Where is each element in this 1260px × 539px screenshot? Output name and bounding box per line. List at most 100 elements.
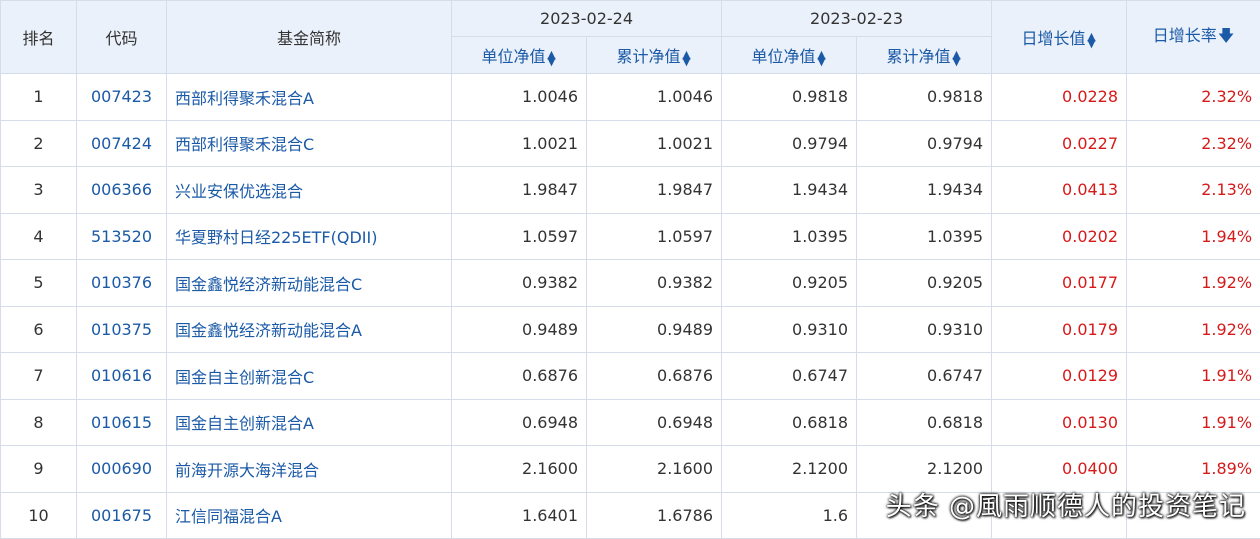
cum-nav-d2-cell: 0.9310 bbox=[857, 306, 992, 353]
daily-change-cell: 0.0177 bbox=[992, 260, 1127, 307]
fund-name-link[interactable]: 前海开源大海洋混合 bbox=[167, 446, 452, 493]
unit-nav-d1-cell: 0.6948 bbox=[452, 399, 587, 446]
fund-name-link[interactable]: 国金自主创新混合A bbox=[167, 399, 452, 446]
unit-nav-d1-cell: 2.1600 bbox=[452, 446, 587, 493]
cum-nav-d1-cell: 0.6876 bbox=[587, 353, 722, 400]
unit-nav-d1-cell: 1.0021 bbox=[452, 120, 587, 167]
sort-daily-change[interactable]: 日增长值▲▼ bbox=[992, 1, 1127, 74]
name-header: 基金简称 bbox=[167, 1, 452, 74]
table-row: 8010615国金自主创新混合A0.69480.69480.68180.6818… bbox=[1, 399, 1260, 446]
rank-cell: 2 bbox=[1, 120, 77, 167]
sort-cum-nav-d2[interactable]: 累计净值▲▼ bbox=[857, 37, 992, 74]
code-header: 代码 bbox=[77, 1, 167, 74]
rank-cell: 4 bbox=[1, 213, 77, 260]
cum-nav-d2-cell: 0.6818 bbox=[857, 399, 992, 446]
daily-change-cell: 0.0129 bbox=[992, 353, 1127, 400]
cum-nav-d2-cell: 0.6747 bbox=[857, 353, 992, 400]
daily-change-cell: 0.0413 bbox=[992, 167, 1127, 214]
sort-daily-rate[interactable]: 日增长率🡇 bbox=[1127, 1, 1260, 74]
daily-change-cell: 0.0228 bbox=[992, 74, 1127, 121]
unit-nav-d1-cell: 0.9489 bbox=[452, 306, 587, 353]
rank-cell: 10 bbox=[1, 492, 77, 539]
unit-nav-d2-cell: 2.1200 bbox=[722, 446, 857, 493]
fund-code-link[interactable]: 006366 bbox=[77, 167, 167, 214]
unit-nav-d2-cell: 0.9310 bbox=[722, 306, 857, 353]
table-row: 4513520华夏野村日经225ETF(QDII)1.05971.05971.0… bbox=[1, 213, 1260, 260]
daily-rate-cell: 2.13% bbox=[1127, 167, 1260, 214]
fund-name-link[interactable]: 西部利得聚禾混合C bbox=[167, 120, 452, 167]
sort-unit-nav-d1[interactable]: 单位净值▲▼ bbox=[452, 37, 587, 74]
cum-nav-label: 累计净值 bbox=[887, 47, 951, 66]
cum-nav-d1-cell: 1.6786 bbox=[587, 492, 722, 539]
daily-rate-cell: 1.91% bbox=[1127, 399, 1260, 446]
sort-updown-icon: ▲▼ bbox=[682, 51, 692, 65]
cum-nav-d2-cell: 1.0395 bbox=[857, 213, 992, 260]
fund-name-link[interactable]: 国金自主创新混合C bbox=[167, 353, 452, 400]
unit-nav-d1-cell: 1.0046 bbox=[452, 74, 587, 121]
watermark: 头条 @風雨顺德人的投资笔记 bbox=[886, 486, 1246, 523]
table-row: 6010375国金鑫悦经济新动能混合A0.94890.94890.93100.9… bbox=[1, 306, 1260, 353]
fund-code-link[interactable]: 010375 bbox=[77, 306, 167, 353]
unit-nav-d2-cell: 0.6818 bbox=[722, 399, 857, 446]
cum-nav-d2-cell: 0.9205 bbox=[857, 260, 992, 307]
unit-nav-d1-cell: 1.9847 bbox=[452, 167, 587, 214]
date1-header: 2023-02-24 bbox=[452, 1, 722, 37]
sort-updown-icon: ▲▼ bbox=[952, 51, 962, 65]
fund-code-link[interactable]: 007423 bbox=[77, 74, 167, 121]
rank-cell: 9 bbox=[1, 446, 77, 493]
table-row: 7010616国金自主创新混合C0.68760.68760.67470.6747… bbox=[1, 353, 1260, 400]
fund-name-link[interactable]: 国金鑫悦经济新动能混合C bbox=[167, 260, 452, 307]
fund-name-link[interactable]: 西部利得聚禾混合A bbox=[167, 74, 452, 121]
cum-nav-label: 累计净值 bbox=[617, 47, 681, 66]
sort-updown-icon: ▲▼ bbox=[1087, 33, 1097, 47]
rank-cell: 1 bbox=[1, 74, 77, 121]
unit-nav-label: 单位净值 bbox=[752, 47, 816, 66]
fund-name-link[interactable]: 华夏野村日经225ETF(QDII) bbox=[167, 213, 452, 260]
rank-header: 排名 bbox=[1, 1, 77, 74]
table-row: 3006366兴业安保优选混合1.98471.98471.94341.94340… bbox=[1, 167, 1260, 214]
cum-nav-d1-cell: 1.0021 bbox=[587, 120, 722, 167]
daily-rate-cell: 1.92% bbox=[1127, 260, 1260, 307]
sort-updown-icon: ▲▼ bbox=[547, 51, 557, 65]
fund-name-link[interactable]: 兴业安保优选混合 bbox=[167, 167, 452, 214]
fund-ranking-table: 排名 代码 基金简称 2023-02-24 2023-02-23 日增长值▲▼ … bbox=[0, 0, 1260, 539]
fund-code-link[interactable]: 001675 bbox=[77, 492, 167, 539]
cum-nav-d2-cell: 1.9434 bbox=[857, 167, 992, 214]
cum-nav-d1-cell: 1.9847 bbox=[587, 167, 722, 214]
rank-cell: 5 bbox=[1, 260, 77, 307]
sort-cum-nav-d1[interactable]: 累计净值▲▼ bbox=[587, 37, 722, 74]
daily-change-cell: 0.0202 bbox=[992, 213, 1127, 260]
daily-change-cell: 0.0130 bbox=[992, 399, 1127, 446]
fund-code-link[interactable]: 007424 bbox=[77, 120, 167, 167]
fund-code-link[interactable]: 010376 bbox=[77, 260, 167, 307]
daily-rate-cell: 1.92% bbox=[1127, 306, 1260, 353]
fund-code-link[interactable]: 010615 bbox=[77, 399, 167, 446]
date2-header: 2023-02-23 bbox=[722, 1, 992, 37]
fund-name-link[interactable]: 国金鑫悦经济新动能混合A bbox=[167, 306, 452, 353]
cum-nav-d1-cell: 2.1600 bbox=[587, 446, 722, 493]
unit-nav-d2-cell: 0.9205 bbox=[722, 260, 857, 307]
rank-cell: 3 bbox=[1, 167, 77, 214]
unit-nav-d1-cell: 1.0597 bbox=[452, 213, 587, 260]
unit-nav-label: 单位净值 bbox=[481, 47, 545, 66]
table-row: 5010376国金鑫悦经济新动能混合C0.93820.93820.92050.9… bbox=[1, 260, 1260, 307]
cum-nav-d1-cell: 0.9489 bbox=[587, 306, 722, 353]
daily-rate-label: 日增长率 bbox=[1153, 26, 1217, 45]
unit-nav-d1-cell: 0.9382 bbox=[452, 260, 587, 307]
sort-updown-icon: ▲▼ bbox=[817, 51, 827, 65]
unit-nav-d1-cell: 1.6401 bbox=[452, 492, 587, 539]
fund-code-link[interactable]: 513520 bbox=[77, 213, 167, 260]
daily-change-cell: 0.0227 bbox=[992, 120, 1127, 167]
cum-nav-d1-cell: 1.0046 bbox=[587, 74, 722, 121]
fund-code-link[interactable]: 000690 bbox=[77, 446, 167, 493]
fund-code-link[interactable]: 010616 bbox=[77, 353, 167, 400]
rank-cell: 6 bbox=[1, 306, 77, 353]
unit-nav-d2-cell: 1.6 bbox=[722, 492, 857, 539]
unit-nav-d2-cell: 0.9818 bbox=[722, 74, 857, 121]
daily-rate-cell: 2.32% bbox=[1127, 120, 1260, 167]
sort-unit-nav-d2[interactable]: 单位净值▲▼ bbox=[722, 37, 857, 74]
table-row: 2007424西部利得聚禾混合C1.00211.00210.97940.9794… bbox=[1, 120, 1260, 167]
unit-nav-d1-cell: 0.6876 bbox=[452, 353, 587, 400]
fund-name-link[interactable]: 江信同福混合A bbox=[167, 492, 452, 539]
daily-change-cell: 0.0179 bbox=[992, 306, 1127, 353]
